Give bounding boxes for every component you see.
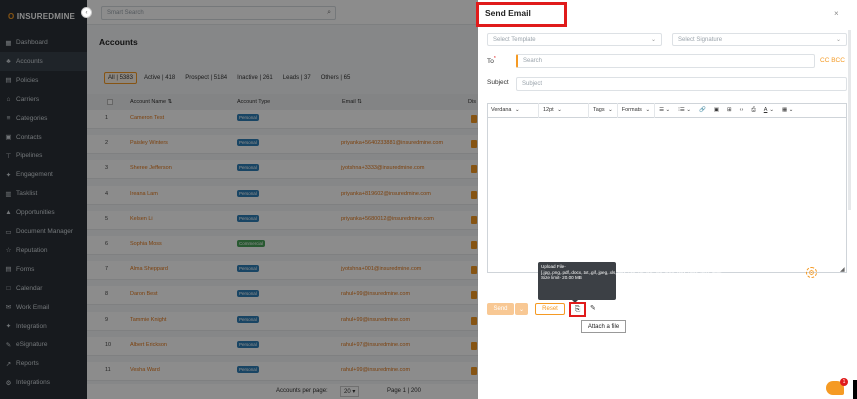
to-input[interactable]: Search [516,54,815,68]
modal-backdrop[interactable] [0,0,478,399]
cc-bcc-link[interactable]: CC BCC [820,57,845,64]
chat-notification-badge: 1 [840,378,848,386]
ai-assistant-icon[interactable]: ⚙ [806,267,817,278]
sidebar-collapse-button[interactable]: ‹ [81,7,92,18]
formats-dropdown[interactable]: Formats ⌄ [618,102,656,118]
send-options-dropdown[interactable]: ⌄ [515,303,528,315]
editor-toolbar: Verdana ⌄ 12pt ⌄ Tags ⌄ Formats ⌄ ☰ ⌄ ⁝☰… [487,102,847,118]
chevron-down-icon: ⌄ [650,37,656,43]
chevron-down-icon: ⌄ [835,37,841,43]
window-edge [853,380,857,399]
modal-scrollbar[interactable] [848,30,851,210]
subject-label: Subject [487,79,509,86]
font-size-select[interactable]: 12pt ⌄ [539,102,589,118]
resize-handle-icon[interactable]: ◢ [840,266,845,273]
image-icon[interactable]: ▣ [710,103,723,118]
send-button[interactable]: Send [487,303,514,315]
print-icon[interactable]: ⎙ [747,103,759,118]
font-family-select[interactable]: Verdana ⌄ [487,102,539,118]
attach-file-button[interactable]: ⎘ [569,302,586,317]
signature-select[interactable]: Select Signature ⌄ [672,33,847,46]
background-color-icon[interactable]: ▦ ⌄ [778,103,797,118]
subject-input[interactable]: Subject [516,77,847,91]
numbered-list-icon[interactable]: ⁝☰ ⌄ [674,103,695,118]
to-label: To* [487,56,496,66]
code-icon[interactable]: ‹› [736,103,748,118]
template-select[interactable]: Select Template ⌄ [487,33,662,46]
bullet-list-icon[interactable]: ☰ ⌄ [655,103,674,118]
title-highlight-box [476,2,567,27]
close-icon[interactable]: × [834,9,839,18]
attach-file-tooltip: Attach a file [581,320,626,333]
email-body-editor[interactable] [487,103,847,273]
reset-button[interactable]: Reset [535,303,565,315]
paperclip-icon: ⎘ [574,305,581,313]
upload-file-tooltip: Upload File-[.jpg,.png,.pdf,.docx,.txt,.… [538,262,721,303]
table-icon[interactable]: ⊞ [723,103,736,118]
tags-dropdown[interactable]: Tags ⌄ [589,102,618,118]
text-color-icon[interactable]: A ⌄ [760,103,778,118]
magic-wand-icon[interactable]: ✎ [590,304,596,312]
link-icon[interactable]: 🔗 [695,103,710,118]
